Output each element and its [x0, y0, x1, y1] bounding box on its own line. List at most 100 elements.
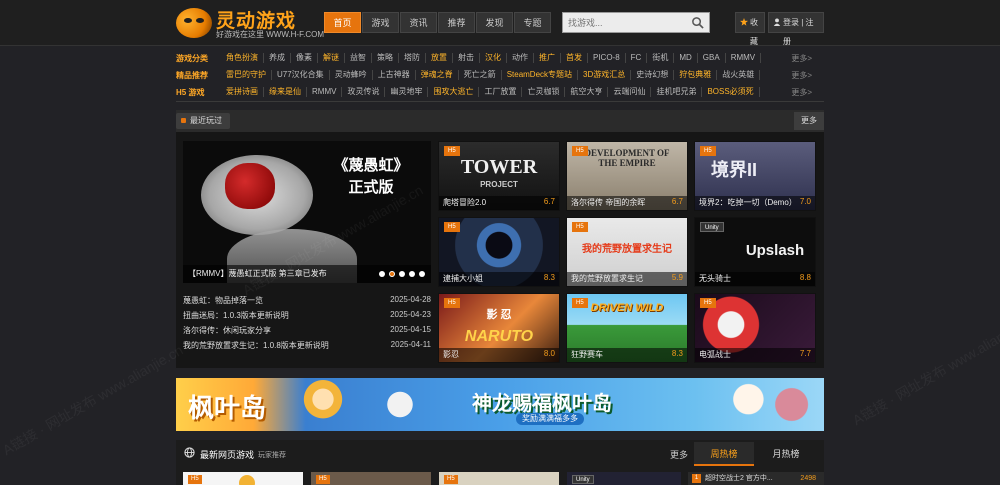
- game-tile[interactable]: Unity: [567, 472, 681, 485]
- category-link[interactable]: 上古神器: [378, 70, 416, 80]
- recent-more-button[interactable]: 更多: [794, 112, 824, 130]
- category-link[interactable]: 养成: [269, 53, 291, 63]
- category-link[interactable]: 围攻大逃亡: [433, 87, 480, 97]
- category-link[interactable]: 射击: [458, 53, 480, 63]
- category-link[interactable]: 放置: [431, 53, 453, 63]
- slider-dot[interactable]: [399, 271, 405, 277]
- game-tile[interactable]: H5 逮捕大小姐 8.3: [438, 217, 560, 287]
- nav-discover[interactable]: 发现: [476, 12, 513, 33]
- game-tile[interactable]: H5: [183, 472, 303, 485]
- banner-character-art: [716, 378, 824, 431]
- game-score: 8.3: [543, 273, 555, 282]
- nav-recommend[interactable]: 推荐: [438, 12, 475, 33]
- hero-slider[interactable]: 《蔑愚虹》 正式版 【RMMV】蔑愚虹正式版 第三章已发布: [183, 141, 431, 283]
- news-item[interactable]: 蔑愚虹：物品掉落一览 2025-04-28: [183, 295, 431, 310]
- nav-news[interactable]: 资讯: [400, 12, 437, 33]
- category-link[interactable]: GBA: [703, 53, 726, 63]
- category-link[interactable]: 益智: [350, 53, 372, 63]
- category-link[interactable]: SteamDeck专题站: [507, 70, 579, 80]
- news-title[interactable]: 我的荒野放置求生记：1.0.8版本更新说明: [183, 341, 329, 350]
- category-link[interactable]: 玫灵传说: [347, 87, 386, 97]
- category-link[interactable]: 缘来是仙: [269, 87, 307, 97]
- game-tile[interactable]: H5: [439, 472, 559, 485]
- game-tile[interactable]: DRIVEN WILD H5 狂野赛车 8.3: [566, 293, 688, 363]
- category-link[interactable]: 角色扮演: [226, 53, 264, 63]
- news-item[interactable]: 洛尔得传：休闲玩家分享 2025-04-15: [183, 325, 431, 340]
- news-title[interactable]: 蔑愚虹：物品掉落一览: [183, 296, 263, 305]
- game-tile[interactable]: H5 电弧战士 7.7: [694, 293, 816, 363]
- category-link[interactable]: 航空大亨: [570, 87, 609, 97]
- category-link[interactable]: 灵动蜂吟: [335, 70, 373, 80]
- news-item[interactable]: 我的荒野放置求生记：1.0.8版本更新说明 2025-04-11: [183, 340, 431, 355]
- category-link[interactable]: 动作: [512, 53, 534, 63]
- category-link[interactable]: 狩包典雅: [679, 70, 718, 80]
- category-link[interactable]: U77汉化合集: [277, 70, 330, 80]
- game-tile[interactable]: DEVELOPMENT OF THE EMPIRE H5 洛尔得传 帝国的余晖 …: [566, 141, 688, 211]
- rank-item[interactable]: 1 超时空战士2 官方中... 2498: [688, 472, 824, 485]
- slider-dot[interactable]: [409, 271, 415, 277]
- news-title[interactable]: 洛尔得传：休闲玩家分享: [183, 326, 271, 335]
- category-link[interactable]: RMMV: [731, 53, 762, 63]
- rank-game-name[interactable]: 超时空战士2 官方中...: [705, 472, 773, 485]
- favorite-button[interactable]: 收藏: [735, 12, 765, 46]
- game-tile[interactable]: Upslash Unity 无头骑士 8.8: [694, 217, 816, 287]
- category-more-link[interactable]: 更多>: [791, 53, 812, 64]
- game-art: [239, 475, 255, 485]
- nav-topics[interactable]: 专题: [514, 12, 551, 33]
- search-input[interactable]: [563, 13, 683, 32]
- category-items: 雷巴的守护 U77汉化合集 灵动蜂吟 上古神器 弹魂之脊 死亡之箭 SteamD…: [226, 70, 765, 80]
- category-link[interactable]: 首发: [566, 53, 588, 63]
- category-link[interactable]: 策略: [377, 53, 399, 63]
- category-link[interactable]: 像素: [296, 53, 318, 63]
- platform-badge: H5: [444, 298, 460, 308]
- game-tile[interactable]: H5: [311, 472, 431, 485]
- game-tile[interactable]: 境界II H5 境界2：吃掉一切（Demo） 7.0: [694, 141, 816, 211]
- slider-dot[interactable]: [419, 271, 425, 277]
- game-score: 6.7: [671, 197, 683, 206]
- login-button[interactable]: 登录 | 注册: [768, 12, 824, 46]
- news-item[interactable]: 扭曲迷局：1.0.3版本更新说明 2025-04-23: [183, 310, 431, 325]
- news-title[interactable]: 扭曲迷局：1.0.3版本更新说明: [183, 311, 289, 320]
- tab-monthly-hot[interactable]: 月热榜: [756, 442, 816, 466]
- tab-weekly-hot[interactable]: 周热榜: [694, 442, 754, 466]
- category-link[interactable]: 街机: [652, 53, 675, 63]
- category-link[interactable]: 解谜: [323, 53, 345, 63]
- category-link[interactable]: 云端问仙: [613, 87, 652, 97]
- category-link[interactable]: 塔防: [404, 53, 426, 63]
- category-more-link[interactable]: 更多>: [791, 70, 812, 81]
- category-more-link[interactable]: 更多>: [791, 87, 812, 98]
- game-tile[interactable]: TOWER PROJECT H5 爬塔冒险2.0 6.7: [438, 141, 560, 211]
- game-tile[interactable]: 我的荒野放置求生记 H5 我的荒野放置求生记 5.9: [566, 217, 688, 287]
- category-link[interactable]: 推广: [539, 53, 561, 63]
- slider-dot[interactable]: [379, 271, 385, 277]
- category-link[interactable]: 幽灵地牢: [390, 87, 429, 97]
- search-icon[interactable]: [691, 16, 704, 29]
- category-link[interactable]: 亡灵枷锁: [527, 87, 566, 97]
- game-name: 无头骑士: [695, 272, 815, 286]
- site-logo[interactable]: 灵动游戏 好游戏在这里 WWW.H-F.COM: [176, 6, 324, 40]
- latest-more-link[interactable]: 更多: [670, 448, 688, 461]
- game-tile[interactable]: 影 忍 NARUTO H5 影忍 8.0: [438, 293, 560, 363]
- category-link[interactable]: MD: [679, 53, 698, 63]
- category-link[interactable]: 雷巴的守护: [226, 70, 272, 80]
- nav-home[interactable]: 首页: [324, 12, 361, 33]
- promo-banner[interactable]: 枫叶岛 神龙赐福枫叶岛 奖励满满福多多: [176, 378, 824, 431]
- slider-dot-active[interactable]: [389, 271, 395, 277]
- category-link[interactable]: RMMV: [312, 87, 343, 97]
- nav-games[interactable]: 游戏: [362, 12, 399, 33]
- category-label: 精品推荐: [176, 71, 208, 80]
- category-link[interactable]: 死亡之箭: [464, 70, 502, 80]
- category-link[interactable]: 汉化: [485, 53, 507, 63]
- category-link[interactable]: 工厂放置: [484, 87, 523, 97]
- category-link[interactable]: 史诗幻想: [636, 70, 675, 80]
- category-link[interactable]: 战火英雄: [722, 70, 761, 80]
- category-link[interactable]: FC: [631, 53, 648, 63]
- game-art-title: TOWER: [460, 156, 538, 178]
- category-link[interactable]: PICO-8: [593, 53, 626, 63]
- category-link[interactable]: 挂机吧兄弟: [656, 87, 703, 97]
- category-link[interactable]: 3D游戏汇总: [583, 70, 632, 80]
- login-label: 登录 | 注册: [783, 18, 814, 46]
- category-link[interactable]: 弹魂之脊: [421, 70, 459, 80]
- category-link[interactable]: 爱拼诗画: [226, 87, 264, 97]
- category-link[interactable]: BOSS必须死: [707, 87, 760, 97]
